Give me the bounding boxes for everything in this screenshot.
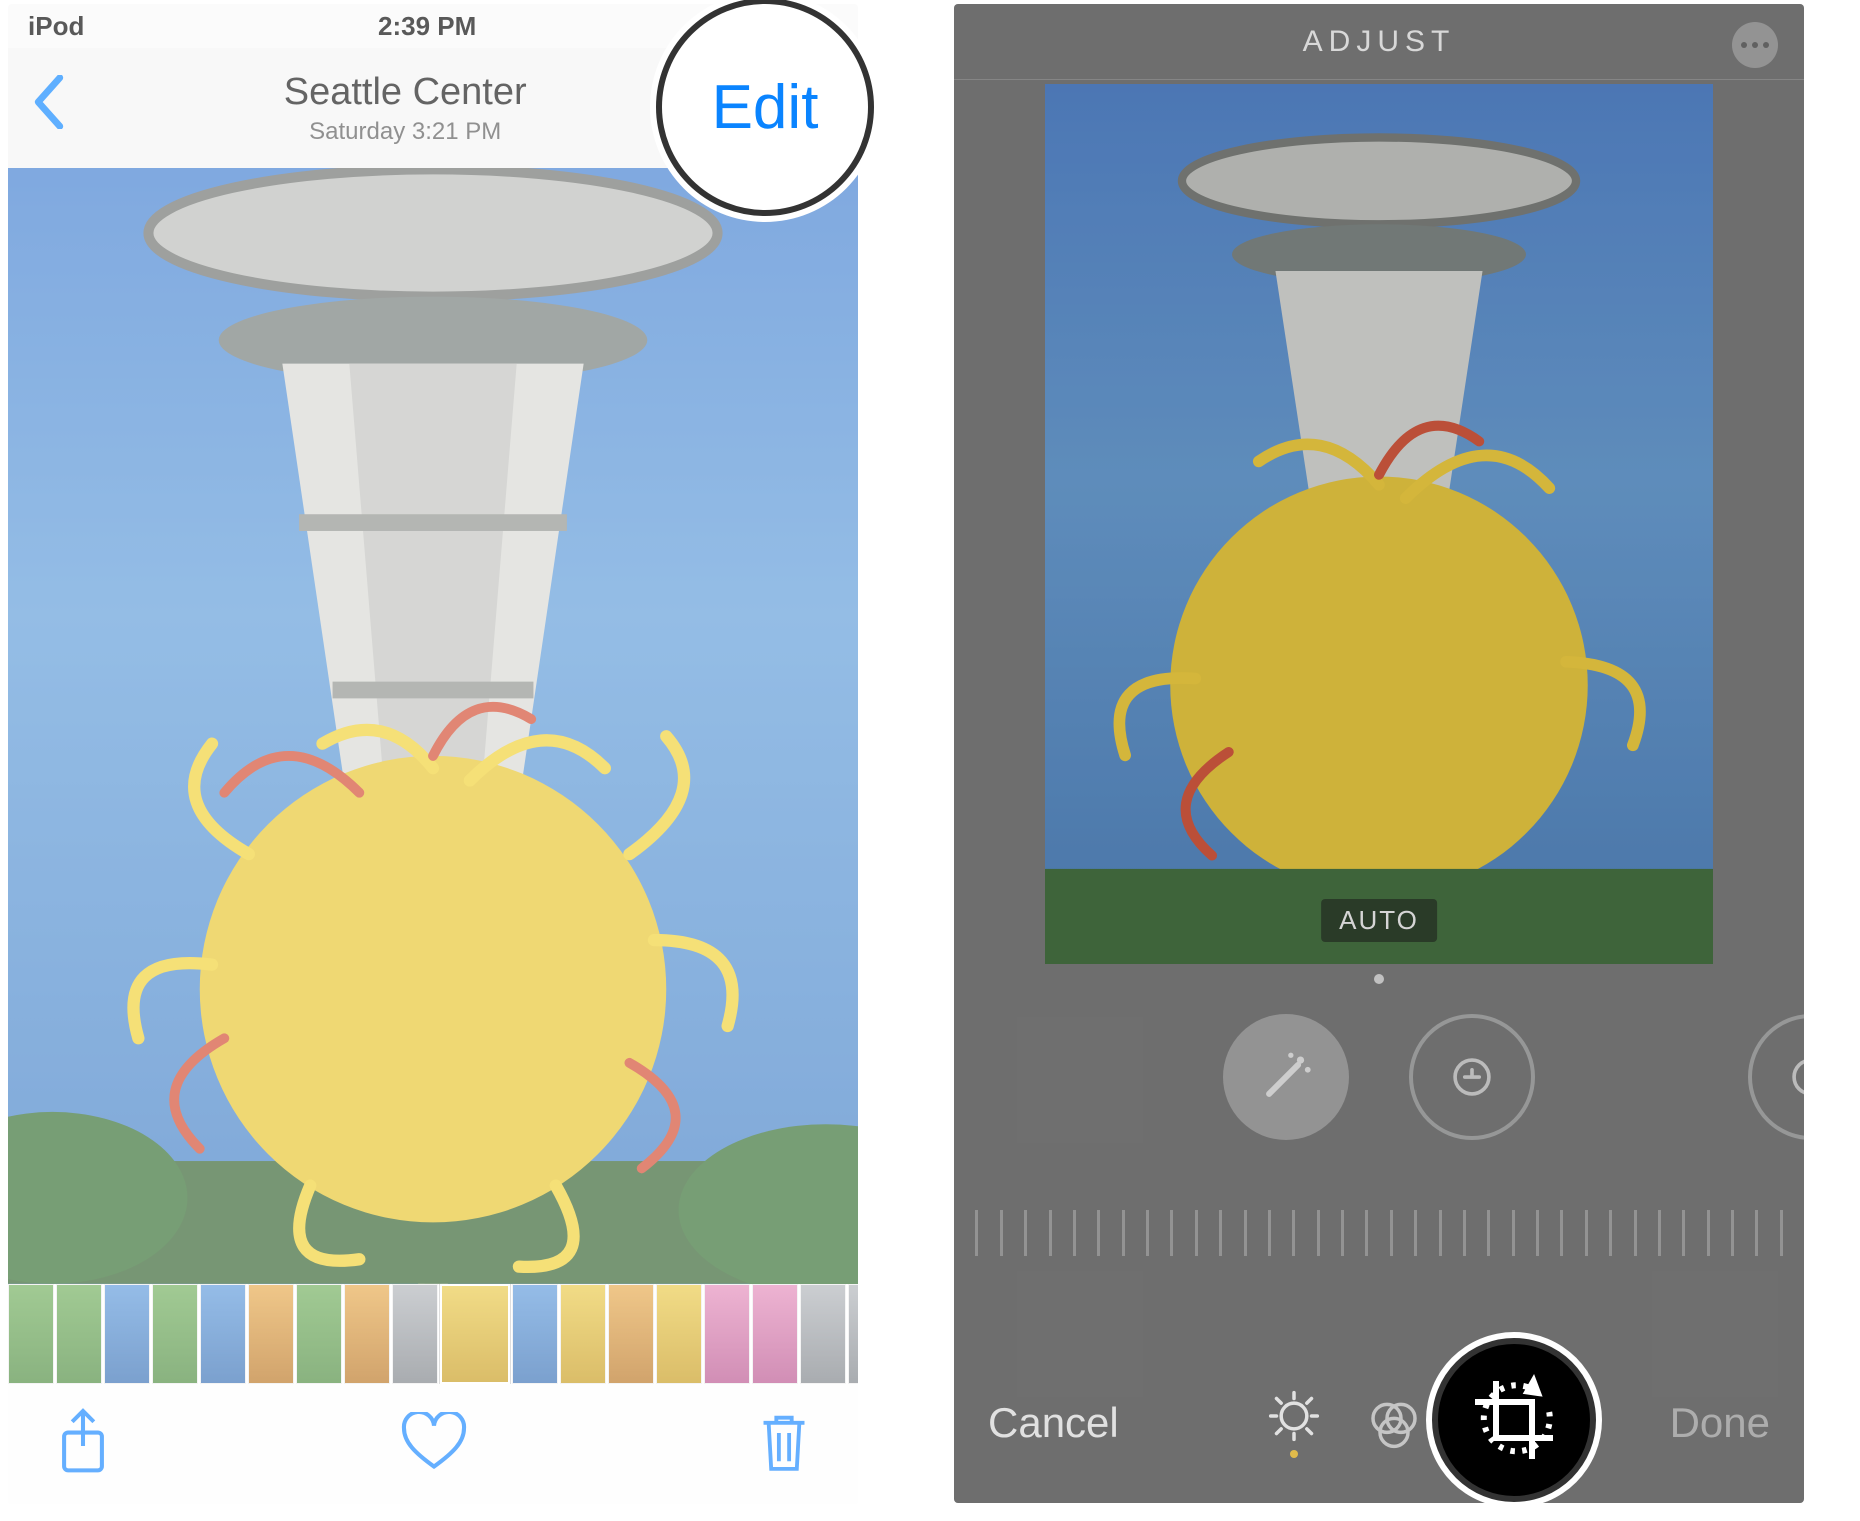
thumbnail[interactable]: [752, 1284, 798, 1384]
adjust-title: ADJUST: [1303, 25, 1456, 59]
adjust-slider-ticks[interactable]: [954, 1210, 1804, 1256]
thumbnail[interactable]: [152, 1284, 198, 1384]
thumbnail[interactable]: [8, 1284, 54, 1384]
thumbnail[interactable]: [200, 1284, 246, 1384]
thumbnail[interactable]: [560, 1284, 606, 1384]
thumbnail[interactable]: [512, 1284, 558, 1384]
adjust-tool-row: [954, 1014, 1804, 1140]
thumbnail[interactable]: [248, 1284, 294, 1384]
thumbnail[interactable]: [800, 1284, 846, 1384]
tutorial-callout-crop: [1432, 1338, 1596, 1502]
active-mode-dot-icon: [1290, 1450, 1298, 1458]
thumbnail[interactable]: [344, 1284, 390, 1384]
photo-edit-screen: ADJUST: [954, 4, 1804, 1503]
photos-detail-screen: iPod 2:39 PM Seattle Center Saturday 3:2…: [8, 4, 858, 1504]
thumbnail[interactable]: [704, 1284, 750, 1384]
auto-pill: AUTO: [1321, 899, 1437, 942]
done-button[interactable]: Done: [1670, 1399, 1770, 1447]
edit-bottom-bar: Cancel Done: [954, 1343, 1804, 1503]
bottom-action-bar: [8, 1384, 858, 1504]
nav-subtitle: Saturday 3:21 PM: [284, 118, 527, 146]
more-button[interactable]: [1732, 22, 1778, 68]
status-device: iPod: [28, 11, 84, 42]
status-time: 2:39 PM: [378, 11, 476, 42]
favorite-button[interactable]: [401, 1412, 467, 1477]
thumbnail[interactable]: [296, 1284, 342, 1384]
auto-enhance-button[interactable]: [1223, 1014, 1349, 1140]
back-button[interactable]: [32, 74, 66, 143]
brilliance-button[interactable]: [1748, 1014, 1804, 1140]
thumbnail[interactable]: [848, 1284, 858, 1384]
thumbnail[interactable]: [608, 1284, 654, 1384]
nav-title: Seattle Center: [284, 71, 527, 114]
cancel-button[interactable]: Cancel: [988, 1399, 1119, 1447]
thumbnail[interactable]: [656, 1284, 702, 1384]
thumbnail-selected[interactable]: [440, 1284, 510, 1384]
photo-viewer[interactable]: [8, 168, 858, 1284]
trash-button[interactable]: [758, 1410, 810, 1479]
adjust-header: ADJUST: [954, 4, 1804, 80]
tutorial-callout-edit: Edit: [656, 0, 874, 216]
share-button[interactable]: [56, 1408, 110, 1481]
thumbnail[interactable]: [104, 1284, 150, 1384]
thumbnail-strip[interactable]: [8, 1284, 858, 1384]
thumbnail[interactable]: [392, 1284, 438, 1384]
edit-preview[interactable]: AUTO: [1045, 84, 1713, 964]
thumbnail[interactable]: [56, 1284, 102, 1384]
filters-mode-button[interactable]: [1366, 1395, 1422, 1451]
exposure-button[interactable]: [1409, 1014, 1535, 1140]
page-indicator: [954, 974, 1804, 984]
adjust-mode-button[interactable]: [1266, 1388, 1322, 1444]
callout-edit-label: Edit: [712, 72, 819, 143]
